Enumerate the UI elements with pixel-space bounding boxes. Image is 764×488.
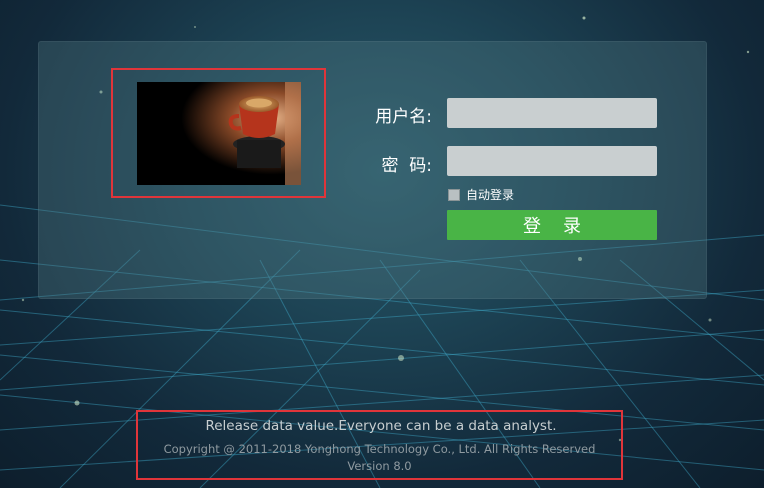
password-input[interactable] [447, 146, 657, 176]
auto-login-checkbox[interactable] [448, 188, 460, 201]
footer-version: Version 8.0 [347, 459, 412, 473]
logo-highlight-frame [111, 68, 326, 198]
auto-login-label: 自动登录 [466, 188, 515, 202]
username-label: 用户名: [375, 107, 432, 127]
username-input[interactable] [447, 98, 657, 128]
password-label: 密 码: [381, 156, 432, 176]
footer-slogan: Release data value.Everyone can be a dat… [205, 418, 557, 434]
footer-copyright: Copyright @ 2011-2018 Yonghong Technolog… [163, 442, 596, 456]
login-button[interactable]: 登录 [447, 210, 657, 240]
auto-login-option[interactable]: 自动登录 [448, 186, 514, 203]
